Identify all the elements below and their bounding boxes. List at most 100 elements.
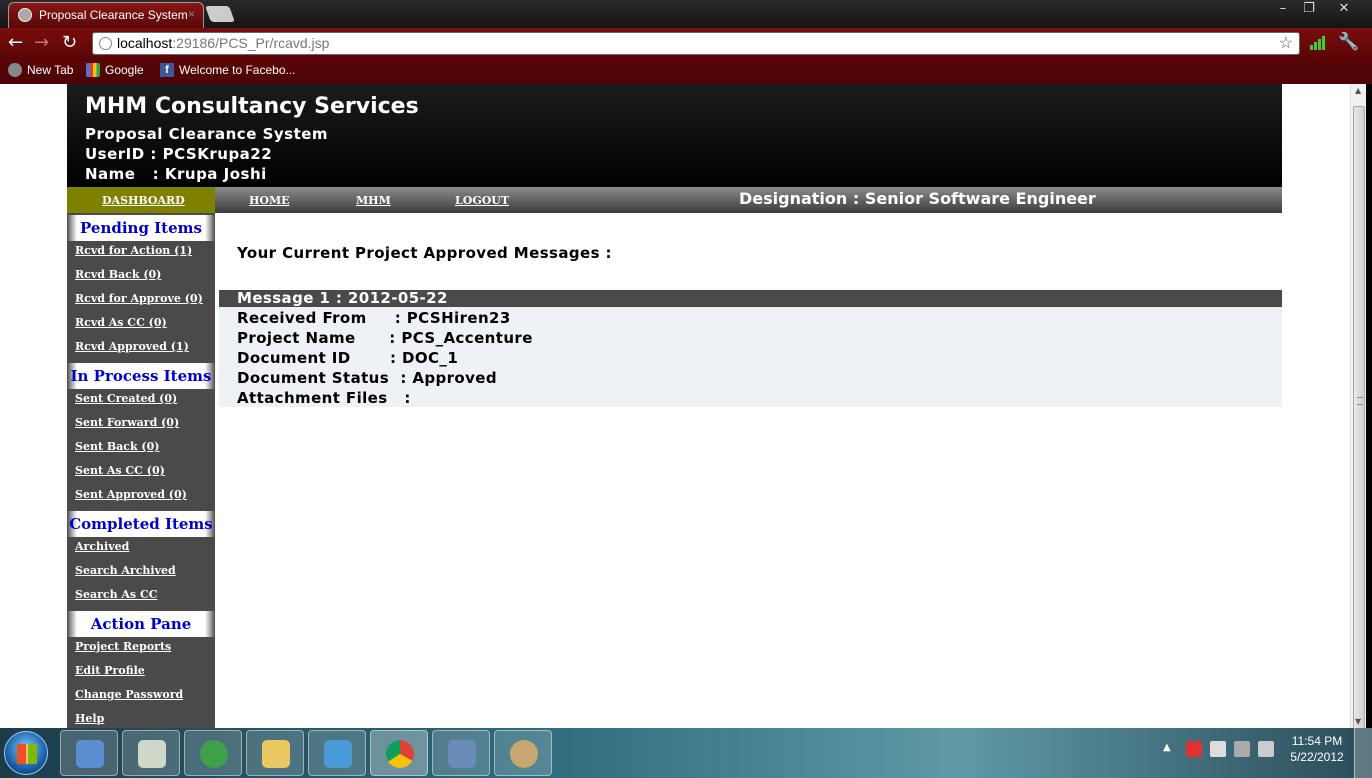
tab-close-icon[interactable]: × <box>188 7 195 21</box>
dolphin-icon <box>448 740 476 768</box>
taskbar-app-chrome[interactable] <box>370 730 428 776</box>
network-icon[interactable] <box>1234 741 1250 757</box>
sidebar-item-search-as-cc[interactable]: Search As CC <box>75 588 157 601</box>
taskbar-app-ie[interactable] <box>184 730 242 776</box>
scroll-down-icon[interactable]: ▼ <box>1355 717 1361 726</box>
url-host: localhost <box>117 35 173 51</box>
sidebar-item-archived[interactable]: Archived <box>75 540 129 553</box>
internet-explorer-icon <box>200 740 228 768</box>
nav-logout-link[interactable]: LOGOUT <box>455 194 509 207</box>
sidebar-item-rcvd-as-cc[interactable]: Rcvd As CC (0) <box>75 316 167 329</box>
facebook-icon: f <box>160 63 174 77</box>
folder-icon <box>262 740 290 768</box>
page-favicon-icon <box>18 8 32 22</box>
page-viewport: MHM Consultancy Services Proposal Cleara… <box>0 84 1350 728</box>
sidebar-item-edit-profile[interactable]: Edit Profile <box>75 664 145 677</box>
sidebar-item-rcvd-for-approve[interactable]: Rcvd for Approve (0) <box>75 292 203 305</box>
grip-icon <box>1357 397 1363 405</box>
close-window-button[interactable]: ✕ <box>1322 0 1366 18</box>
url-path: :29186/PCS_Pr/rcavd.jsp <box>172 35 330 51</box>
designation-label: Designation : Senior Software Engineer <box>739 189 1096 208</box>
wrench-menu-icon[interactable]: 🔧 <box>1338 32 1359 52</box>
palette-icon <box>510 740 538 768</box>
taskbar-app-paint[interactable] <box>494 730 552 776</box>
taskbar-app-explorer[interactable] <box>246 730 304 776</box>
windows-logo-icon <box>17 744 37 764</box>
user-id: UserID : PCSKrupa22 <box>85 145 273 163</box>
maximize-button[interactable]: ❐ <box>1296 0 1322 18</box>
action-center-flag-icon[interactable] <box>1186 741 1202 757</box>
bookmark-facebook[interactable]: f Welcome to Facebo... <box>160 63 296 77</box>
main-nav: DASHBOARD HOME MHM LOGOUT Designation : … <box>67 187 1282 213</box>
taskbar-app-photos[interactable] <box>308 730 366 776</box>
sidebar-item-rcvd-for-action[interactable]: Rcvd for Action (1) <box>75 244 192 257</box>
chrome-icon <box>386 740 414 768</box>
show-desktop-button[interactable] <box>1354 728 1372 778</box>
page-info-icon[interactable] <box>99 37 112 50</box>
nav-dashboard-link[interactable]: DASHBOARD <box>102 194 185 207</box>
tab-title: Proposal Clearance System <box>39 8 188 22</box>
system-name: Proposal Clearance System <box>85 125 329 143</box>
window-edge <box>1366 84 1372 728</box>
new-tab-button[interactable] <box>205 6 235 22</box>
minimize-button[interactable]: – <box>1270 0 1296 18</box>
taskbar-app-notes[interactable] <box>122 730 180 776</box>
taskbar-app-mysql[interactable] <box>432 730 490 776</box>
reload-icon[interactable]: ↻ <box>62 33 77 53</box>
power-icon[interactable] <box>1210 741 1226 757</box>
bookmark-new-tab[interactable]: New Tab <box>8 63 73 77</box>
sidebar: Pending Items Rcvd for Action (1) Rcvd B… <box>67 213 215 728</box>
sidebar-item-sent-approved[interactable]: Sent Approved (0) <box>75 488 187 501</box>
volume-icon[interactable] <box>1258 741 1274 757</box>
signal-extension-icon[interactable] <box>1310 36 1326 50</box>
section-action-pane: Action Pane <box>67 611 215 637</box>
detail-project-name: Project Name : PCS_Accenture <box>237 329 533 347</box>
sidebar-item-project-reports[interactable]: Project Reports <box>75 640 171 653</box>
bookmark-label: Google <box>105 63 144 77</box>
sidebar-item-sent-as-cc[interactable]: Sent As CC (0) <box>75 464 165 477</box>
browser-titlebar: Proposal Clearance System × – ❐ ✕ <box>0 0 1372 28</box>
bookmark-label: New Tab <box>27 63 74 77</box>
section-pending-items: Pending Items <box>67 215 215 241</box>
section-completed-items: Completed Items <box>67 511 215 537</box>
bookmark-label: Welcome to Facebo... <box>179 63 296 77</box>
browser-tab[interactable]: Proposal Clearance System × <box>8 2 204 28</box>
tray-expand-icon[interactable]: ▲ <box>1163 742 1171 753</box>
sidebar-item-sent-back[interactable]: Sent Back (0) <box>75 440 160 453</box>
sidebar-item-sent-forward[interactable]: Sent Forward (0) <box>75 416 179 429</box>
sidebar-item-search-archived[interactable]: Search Archived <box>75 564 176 577</box>
address-bar[interactable]: localhost:29186/PCS_Pr/rcavd.jsp ☆ <box>92 32 1300 55</box>
site-header: MHM Consultancy Services Proposal Cleara… <box>67 84 1282 187</box>
nav-dashboard-tab[interactable]: DASHBOARD <box>67 187 215 213</box>
scroll-up-icon[interactable]: ▲ <box>1355 86 1361 95</box>
document-icon <box>138 740 166 768</box>
scrollbar-thumb[interactable] <box>1353 106 1365 732</box>
back-arrow-icon[interactable]: ← <box>8 33 23 53</box>
user-name: Name : Krupa Joshi <box>85 165 267 183</box>
taskbar <box>0 728 1372 778</box>
section-in-process-items: In Process Items <box>67 363 215 389</box>
sidebar-item-rcvd-approved[interactable]: Rcvd Approved (1) <box>75 340 189 353</box>
start-button[interactable] <box>4 731 48 775</box>
cube-icon <box>76 740 104 768</box>
taskbar-app-virtualbox[interactable] <box>60 730 118 776</box>
system-clock[interactable]: 11:54 PM 5/22/2012 <box>1284 733 1350 765</box>
globe-icon <box>8 63 22 77</box>
bookmark-star-icon[interactable]: ☆ <box>1279 33 1293 54</box>
bookmarks-bar: New Tab Google f Welcome to Facebo... <box>0 58 1372 84</box>
sidebar-item-help[interactable]: Help <box>75 712 104 725</box>
sidebar-item-sent-created[interactable]: Sent Created (0) <box>75 392 177 405</box>
vertical-scrollbar[interactable]: ▲ ▼ <box>1350 84 1366 732</box>
sidebar-item-change-password[interactable]: Change Password <box>75 688 183 701</box>
detail-received-from: Received From : PCSHiren23 <box>237 309 511 327</box>
brand-title: MHM Consultancy Services <box>85 94 419 119</box>
detail-attachment-files: Attachment Files : <box>237 389 411 407</box>
message-header: Message 1 : 2012-05-22 <box>219 289 1282 307</box>
forward-arrow-icon[interactable]: → <box>34 33 49 53</box>
sidebar-item-rcvd-back[interactable]: Rcvd Back (0) <box>75 268 161 281</box>
nav-home-link[interactable]: HOME <box>249 194 290 207</box>
url-text: localhost:29186/PCS_Pr/rcavd.jsp <box>117 33 329 54</box>
page-title: Your Current Project Approved Messages : <box>237 244 612 262</box>
bookmark-google[interactable]: Google <box>86 63 144 77</box>
nav-mhm-link[interactable]: MHM <box>356 194 391 207</box>
